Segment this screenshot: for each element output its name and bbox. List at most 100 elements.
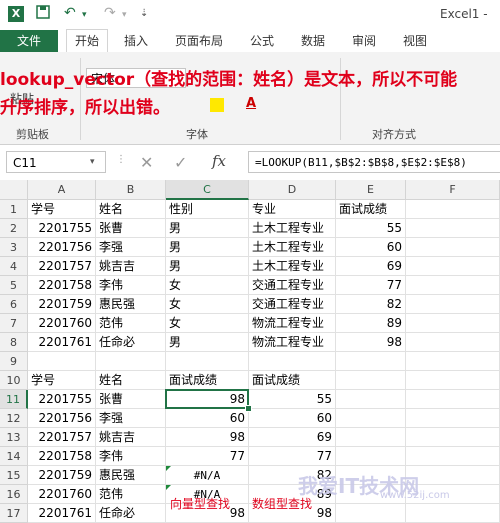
- cell-e3[interactable]: 60: [336, 238, 406, 257]
- cell-b15[interactable]: 惠民强: [96, 466, 166, 485]
- column-header-a[interactable]: A: [28, 180, 96, 200]
- select-all-corner[interactable]: [0, 180, 28, 200]
- cell-a3[interactable]: 2201756: [28, 238, 96, 257]
- cell-f8[interactable]: [406, 333, 500, 352]
- tab-view[interactable]: 视图: [403, 30, 427, 52]
- row-header-7[interactable]: 7: [0, 314, 28, 333]
- cell-a16[interactable]: 2201760: [28, 485, 96, 504]
- tab-home[interactable]: 开始: [66, 29, 109, 52]
- cell-d11[interactable]: 55: [249, 390, 336, 409]
- cell-c15[interactable]: #N/A: [166, 466, 249, 485]
- cell-e12[interactable]: [336, 409, 406, 428]
- cell-f4[interactable]: [406, 257, 500, 276]
- column-header-b[interactable]: B: [96, 180, 166, 200]
- cell-e14[interactable]: [336, 447, 406, 466]
- row-header-16[interactable]: 16: [0, 485, 28, 504]
- row-header-17[interactable]: 17: [0, 504, 28, 523]
- cell-b3[interactable]: 李强: [96, 238, 166, 257]
- cell-e10[interactable]: [336, 371, 406, 390]
- cell-d2[interactable]: 土木工程专业: [249, 219, 336, 238]
- column-header-f[interactable]: F: [406, 180, 500, 200]
- cell-e2[interactable]: 55: [336, 219, 406, 238]
- cell-f10[interactable]: [406, 371, 500, 390]
- cell-d3[interactable]: 土木工程专业: [249, 238, 336, 257]
- cell-f7[interactable]: [406, 314, 500, 333]
- cell-e7[interactable]: 89: [336, 314, 406, 333]
- row-header-12[interactable]: 12: [0, 409, 28, 428]
- cell-b14[interactable]: 李伟: [96, 447, 166, 466]
- cell-f12[interactable]: [406, 409, 500, 428]
- cell-e4[interactable]: 69: [336, 257, 406, 276]
- cell-b5[interactable]: 李伟: [96, 276, 166, 295]
- cell-a17[interactable]: 2201761: [28, 504, 96, 523]
- row-header-3[interactable]: 3: [0, 238, 28, 257]
- redo-icon[interactable]: ↷: [104, 5, 116, 25]
- cell-d5[interactable]: 交通工程专业: [249, 276, 336, 295]
- row-header-11[interactable]: 11: [0, 390, 28, 409]
- cell-f15[interactable]: [406, 466, 500, 485]
- tab-page-layout[interactable]: 页面布局: [175, 30, 223, 52]
- cell-d1[interactable]: 专业: [249, 200, 336, 219]
- cell-a7[interactable]: 2201760: [28, 314, 96, 333]
- row-header-2[interactable]: 2: [0, 219, 28, 238]
- cell-c6[interactable]: 女: [166, 295, 249, 314]
- row-header-10[interactable]: 10: [0, 371, 28, 390]
- enter-icon[interactable]: ✓: [174, 153, 187, 172]
- cell-e1[interactable]: 面试成绩: [336, 200, 406, 219]
- cell-f14[interactable]: [406, 447, 500, 466]
- cell-f1[interactable]: [406, 200, 500, 219]
- row-header-13[interactable]: 13: [0, 428, 28, 447]
- tab-review[interactable]: 审阅: [352, 30, 376, 52]
- cell-c7[interactable]: 女: [166, 314, 249, 333]
- cell-a11[interactable]: 2201755: [28, 390, 96, 409]
- cell-b13[interactable]: 姚吉吉: [96, 428, 166, 447]
- cell-b8[interactable]: 任命必: [96, 333, 166, 352]
- undo-icon[interactable]: ↶: [64, 5, 76, 25]
- undo-dropdown-icon[interactable]: ▾: [82, 10, 87, 30]
- cell-b2[interactable]: 张曹: [96, 219, 166, 238]
- cell-c5[interactable]: 女: [166, 276, 249, 295]
- cell-a5[interactable]: 2201758: [28, 276, 96, 295]
- cell-e17[interactable]: [336, 504, 406, 523]
- cell-b7[interactable]: 范伟: [96, 314, 166, 333]
- column-header-d[interactable]: D: [249, 180, 336, 200]
- cell-a9[interactable]: [28, 352, 96, 371]
- cell-d9[interactable]: [249, 352, 336, 371]
- cell-b9[interactable]: [96, 352, 166, 371]
- cell-e11[interactable]: [336, 390, 406, 409]
- cell-a10[interactable]: 学号: [28, 371, 96, 390]
- cell-a4[interactable]: 2201757: [28, 257, 96, 276]
- cell-c9[interactable]: [166, 352, 249, 371]
- formula-input[interactable]: =LOOKUP(B11,$B$2:$B$8,$E$2:$E$8): [248, 151, 500, 173]
- error-indicator-icon[interactable]: [166, 466, 171, 471]
- row-header-1[interactable]: 1: [0, 200, 28, 219]
- cell-b16[interactable]: 范伟: [96, 485, 166, 504]
- fill-handle[interactable]: [245, 405, 252, 412]
- cell-d10[interactable]: 面试成绩: [249, 371, 336, 390]
- tab-file[interactable]: 文件: [0, 30, 58, 52]
- redo-dropdown-icon[interactable]: ▾: [122, 10, 127, 30]
- row-header-8[interactable]: 8: [0, 333, 28, 352]
- column-header-e[interactable]: E: [336, 180, 406, 200]
- cell-b12[interactable]: 李强: [96, 409, 166, 428]
- cell-f11[interactable]: [406, 390, 500, 409]
- cell-f2[interactable]: [406, 219, 500, 238]
- cell-f3[interactable]: [406, 238, 500, 257]
- cell-c14[interactable]: 77: [166, 447, 249, 466]
- cell-f5[interactable]: [406, 276, 500, 295]
- cell-e6[interactable]: 82: [336, 295, 406, 314]
- name-box-dropdown-icon[interactable]: ▾: [90, 157, 95, 167]
- cell-a8[interactable]: 2201761: [28, 333, 96, 352]
- cell-a14[interactable]: 2201758: [28, 447, 96, 466]
- tab-formulas[interactable]: 公式: [250, 30, 274, 52]
- row-header-5[interactable]: 5: [0, 276, 28, 295]
- row-header-4[interactable]: 4: [0, 257, 28, 276]
- cell-e13[interactable]: [336, 428, 406, 447]
- cell-a1[interactable]: 学号: [28, 200, 96, 219]
- cell-a12[interactable]: 2201756: [28, 409, 96, 428]
- row-header-14[interactable]: 14: [0, 447, 28, 466]
- cell-d12[interactable]: 60: [249, 409, 336, 428]
- cell-e8[interactable]: 98: [336, 333, 406, 352]
- cell-b10[interactable]: 姓名: [96, 371, 166, 390]
- column-header-c[interactable]: C: [166, 180, 249, 200]
